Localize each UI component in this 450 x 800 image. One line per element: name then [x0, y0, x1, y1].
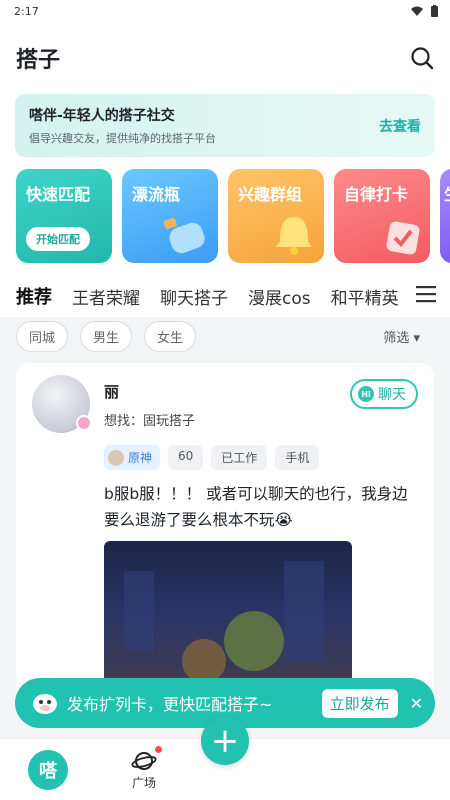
bottom-nav: 嗒 广场 +	[0, 717, 450, 800]
search-icon[interactable]	[410, 46, 434, 70]
card-interest-groups[interactable]: 兴趣群组	[228, 169, 324, 263]
cow-icon	[33, 694, 57, 714]
banner-view-link[interactable]: 去查看	[379, 116, 421, 136]
banner-title: 嗒伴-年轻人的搭子社交	[29, 108, 175, 124]
avatar[interactable]	[32, 375, 92, 433]
card-title: 快速匹配	[26, 185, 91, 204]
bottle-icon	[163, 217, 205, 254]
tag-device: 手机	[275, 445, 320, 470]
post-feed: 丽 想找：固玩搭子 Hi 聊天 原神 60 已工作 手机 b服b服！！！ 或者可…	[0, 355, 450, 723]
card-title: 自律打卡	[344, 185, 409, 204]
card-title: 生	[444, 181, 450, 205]
filter-male[interactable]: 男生	[80, 320, 133, 352]
menu-icon[interactable]	[408, 285, 436, 307]
notification-dot	[155, 746, 162, 753]
nav-square-label: 广场	[131, 776, 156, 790]
header-section: 搭子 嗒伴-年轻人的搭子社交 倡导兴趣交友，提供纯净的找搭子平台 去查看 快速匹…	[0, 22, 450, 317]
filter-bar: 同城 男生 女生 筛选 ▾	[0, 317, 450, 355]
card-self-discipline[interactable]: 自律打卡	[334, 169, 430, 263]
tag-rank: 60	[168, 445, 204, 470]
card-title: 兴趣群组	[238, 185, 303, 204]
category-tabs: 推荐 王者荣耀 聊天搭子 漫展cos 和平精英	[0, 275, 450, 317]
wifi-icon	[411, 6, 423, 16]
post-looking-for: 想找：固玩搭子	[104, 414, 196, 429]
card-title: 漂流瓶	[132, 185, 181, 204]
banner-subtitle: 倡导兴趣交友，提供纯净的找搭子平台	[29, 132, 216, 145]
post-card[interactable]: 丽 想找：固玩搭子 Hi 聊天 原神 60 已工作 手机 b服b服！！！ 或者可…	[16, 363, 434, 723]
tab-chat-buddy[interactable]: 聊天搭子	[160, 284, 228, 309]
bell-icon	[276, 217, 312, 255]
tab-peacekeeper-elite[interactable]: 和平精英	[331, 284, 399, 309]
promo-banner[interactable]: 嗒伴-年轻人的搭子社交 倡导兴趣交友，提供纯净的找搭子平台 去查看	[15, 94, 435, 157]
filter-dropdown[interactable]: 筛选 ▾	[383, 327, 420, 346]
feature-cards: 快速匹配 开始匹配 漂流瓶 兴趣群组 自律打卡 生	[0, 157, 450, 263]
status-time: 2:17	[14, 4, 39, 18]
checkin-icon	[386, 221, 420, 255]
card-more[interactable]: 生	[440, 169, 450, 263]
home-icon: 嗒	[28, 749, 68, 790]
filter-same-city[interactable]: 同城	[16, 320, 69, 352]
chat-button[interactable]: Hi 聊天	[350, 379, 418, 409]
tag-job: 已工作	[211, 445, 268, 470]
card-drift-bottle[interactable]: 漂流瓶	[122, 169, 218, 263]
tab-comic-con-cos[interactable]: 漫展cos	[248, 284, 311, 309]
post-tags: 原神 60 已工作 手机	[104, 445, 418, 470]
tab-honor-of-kings[interactable]: 王者荣耀	[72, 284, 140, 309]
status-bar: 2:17	[0, 0, 450, 22]
publish-now-button[interactable]: 立即发布	[321, 688, 398, 718]
post-text: b服b服！！！ 或者可以聊天的也行，我身边要么退游了要么根本不玩😭	[104, 485, 408, 529]
planet-icon	[131, 752, 157, 770]
nav-square[interactable]: 广场	[96, 746, 192, 791]
gender-female-icon	[76, 415, 92, 431]
tag-game: 原神	[104, 445, 161, 470]
game-icon	[108, 449, 124, 466]
filter-female[interactable]: 女生	[144, 320, 197, 352]
start-match-button[interactable]: 开始匹配	[26, 227, 90, 251]
page-title: 搭子	[16, 48, 61, 73]
hi-icon: Hi	[358, 386, 374, 402]
card-quick-match[interactable]: 快速匹配 开始匹配	[16, 169, 112, 263]
nav-home[interactable]: 嗒	[0, 749, 96, 790]
tag-label: 原神	[128, 451, 153, 465]
chat-label: 聊天	[378, 387, 406, 403]
toast-text: 发布扩列卡，更快匹配搭子~	[67, 695, 273, 714]
app-bar: 搭子	[0, 22, 450, 94]
close-icon[interactable]: ✕	[410, 694, 423, 713]
battery-icon	[431, 5, 438, 17]
create-post-button[interactable]: +	[201, 717, 249, 765]
tab-recommend[interactable]: 推荐	[16, 283, 52, 309]
